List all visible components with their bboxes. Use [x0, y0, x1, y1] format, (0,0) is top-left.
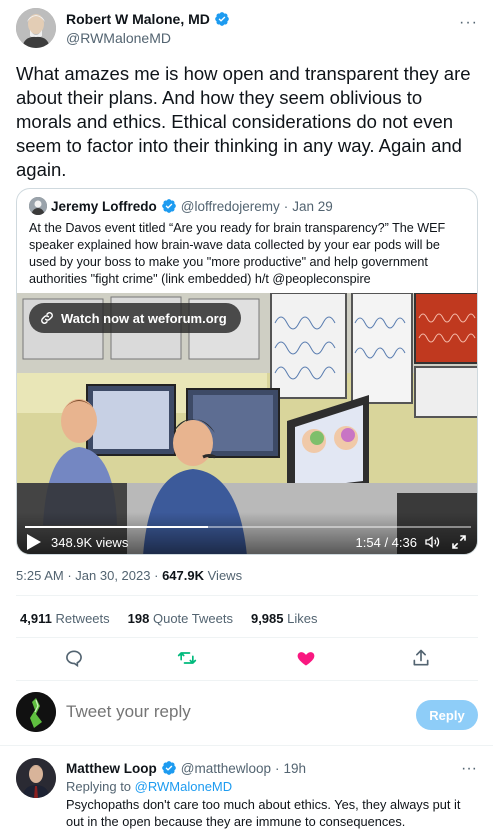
tweet-time: 5:25 AM: [16, 568, 64, 583]
author-name-text: Robert W Malone, MD: [66, 11, 210, 27]
tweet-date: Jan 30, 2023: [75, 568, 151, 583]
retweets-count: 4,911: [20, 611, 52, 626]
likes-count: 9,985: [250, 611, 284, 626]
reply-separator: ·: [275, 760, 280, 776]
author-row: Robert W Malone, MD @RWMaloneMD ···: [16, 8, 478, 48]
timestamp-separator: ·: [67, 568, 72, 583]
watch-now-link[interactable]: Watch now at weforum.org: [29, 303, 241, 333]
quote-tweets-count: 198: [127, 611, 150, 626]
replying-to-label: Replying to: [66, 779, 132, 794]
reply-button[interactable]: [62, 646, 86, 670]
quote-date: Jan 29: [292, 198, 333, 214]
reply-text: Psychopaths don't care too much about et…: [66, 797, 461, 829]
quote-tweets-label: Quote Tweets: [152, 611, 233, 626]
retweets-stat[interactable]: 4,911 Retweets: [20, 611, 110, 626]
author-avatar[interactable]: [16, 8, 56, 48]
quote-author-name: Jeremy Loffredo: [51, 198, 157, 214]
like-icon: [297, 652, 315, 666]
tweet-timestamp[interactable]: 5:25 AM · Jan 30, 2023 · 647.9K Views: [16, 568, 242, 583]
reply-icon: [66, 650, 82, 668]
reply-header: Matthew Loop @matthewloop · 19h: [66, 760, 306, 776]
engagement-stats: 4,911 Retweets 198 Quote Tweets 9,985 Li…: [20, 611, 318, 626]
divider: [16, 680, 478, 681]
watch-now-label: Watch now at weforum.org: [61, 310, 227, 326]
video-time: 1:54 / 4:36: [355, 535, 417, 550]
play-icon[interactable]: [27, 534, 41, 550]
quote-text: At the Davos event titled “Are you ready…: [29, 221, 446, 286]
replying-to: Replying to @RWMaloneMD: [66, 779, 232, 794]
quote-header: Jeremy Loffredo @loffredojeremy · Jan 29: [29, 197, 333, 215]
user-avatar[interactable]: [16, 692, 56, 732]
video-progress-fill: [25, 526, 208, 528]
fullscreen-icon[interactable]: [451, 534, 467, 550]
retweets-label: Retweets: [55, 611, 110, 626]
replying-to-handle[interactable]: @RWMaloneMD: [135, 779, 232, 794]
tweet-actions: [0, 646, 493, 672]
author-name[interactable]: Robert W Malone, MD: [66, 11, 230, 27]
quote-tweets-stat[interactable]: 198 Quote Tweets: [128, 611, 233, 626]
retweet-icon: [177, 652, 197, 664]
reply-tweet[interactable]: Matthew Loop @matthewloop · 19h ··· Repl…: [0, 750, 493, 840]
quote-author-avatar: [29, 197, 47, 215]
likes-label: Likes: [287, 611, 318, 626]
like-button[interactable]: [294, 646, 318, 670]
more-options-button[interactable]: ···: [459, 14, 478, 32]
quote-separator: ·: [283, 198, 289, 214]
divider: [0, 745, 493, 746]
quote-author-handle: @loffredojeremy: [180, 198, 280, 214]
video-player[interactable]: Watch now at weforum.org 348.9K views 1:…: [17, 293, 477, 554]
reply-submit-button[interactable]: Reply: [416, 700, 478, 730]
timestamp-separator: ·: [154, 568, 159, 583]
share-icon: [413, 649, 429, 666]
video-progress-bar[interactable]: [25, 526, 471, 528]
tweet-text: What amazes me is how open and transpare…: [16, 63, 471, 180]
likes-stat[interactable]: 9,985 Likes: [251, 611, 318, 626]
reply-input[interactable]: [66, 702, 396, 722]
author-handle[interactable]: @RWMaloneMD: [66, 30, 171, 46]
video-views: 348.9K views: [51, 535, 129, 550]
reply-composer: Reply: [0, 686, 493, 742]
verified-badge-icon: [161, 761, 176, 775]
reply-author-avatar[interactable]: [16, 758, 56, 798]
quote-tweet[interactable]: Jeremy Loffredo @loffredojeremy · Jan 29…: [16, 188, 478, 555]
share-button[interactable]: [409, 646, 433, 670]
reply-time[interactable]: 19h: [284, 761, 307, 776]
views-label: Views: [207, 568, 243, 583]
retweet-button[interactable]: [175, 646, 199, 670]
volume-icon[interactable]: [423, 534, 441, 550]
reply-author-handle[interactable]: @matthewloop: [181, 761, 271, 776]
divider: [16, 595, 478, 596]
verified-badge-icon: [215, 12, 229, 26]
reply-author-name[interactable]: Matthew Loop: [66, 761, 157, 776]
views-count: 647.9K: [162, 568, 204, 583]
reply-more-options-button[interactable]: ···: [461, 760, 477, 778]
video-controls: 348.9K views 1:54 / 4:36: [17, 512, 477, 554]
link-icon: [41, 312, 53, 324]
divider: [16, 637, 478, 638]
verified-badge-icon: [161, 199, 176, 213]
